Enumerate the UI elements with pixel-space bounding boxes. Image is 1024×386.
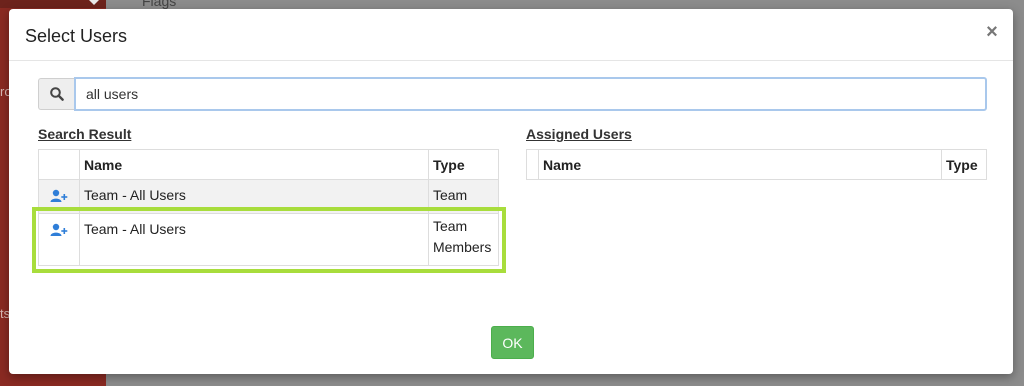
table-header-row: Name Type (38, 149, 500, 180)
table-row[interactable]: Team - All Users Team (38, 179, 500, 214)
table-header-type: Type (941, 149, 987, 180)
add-user-cell[interactable] (38, 213, 80, 266)
search-result-table: Name Type Team - All Users Team Team - A… (31, 149, 506, 273)
background-flags-label: Flags (142, 0, 177, 9)
table-header-name: Name (537, 149, 943, 180)
add-user-icon[interactable] (50, 189, 68, 203)
table-header-name: Name (78, 149, 429, 180)
result-name: Team - All Users (78, 179, 429, 214)
modal-title: Select Users (25, 26, 128, 46)
ok-button[interactable]: OK (491, 326, 534, 359)
assigned-users-title: Assigned Users (526, 126, 632, 142)
add-user-cell[interactable] (38, 179, 80, 214)
search-result-title: Search Result (38, 126, 132, 142)
table-header-type: Type (427, 149, 500, 180)
assigned-users-table: Name Type (526, 149, 987, 180)
result-name: Team - All Users (78, 213, 429, 266)
select-users-modal: Select Users × Search Result Name Type (9, 9, 1013, 374)
close-icon[interactable]: × (984, 22, 1000, 42)
table-header-icon-column (526, 149, 539, 180)
table-header-row: Name Type (526, 149, 987, 180)
result-type: Team (427, 179, 500, 214)
modal-header: Select Users × (9, 9, 1013, 61)
search-input[interactable] (74, 77, 987, 111)
search-icon (38, 78, 74, 110)
add-user-icon[interactable] (50, 223, 68, 237)
caret-down-icon (89, 0, 99, 5)
table-header-icon-column (38, 149, 80, 180)
table-row-highlighted[interactable]: Team - All Users Team Members (31, 206, 506, 273)
search-group (38, 77, 987, 112)
result-type: Team Members (427, 213, 500, 266)
